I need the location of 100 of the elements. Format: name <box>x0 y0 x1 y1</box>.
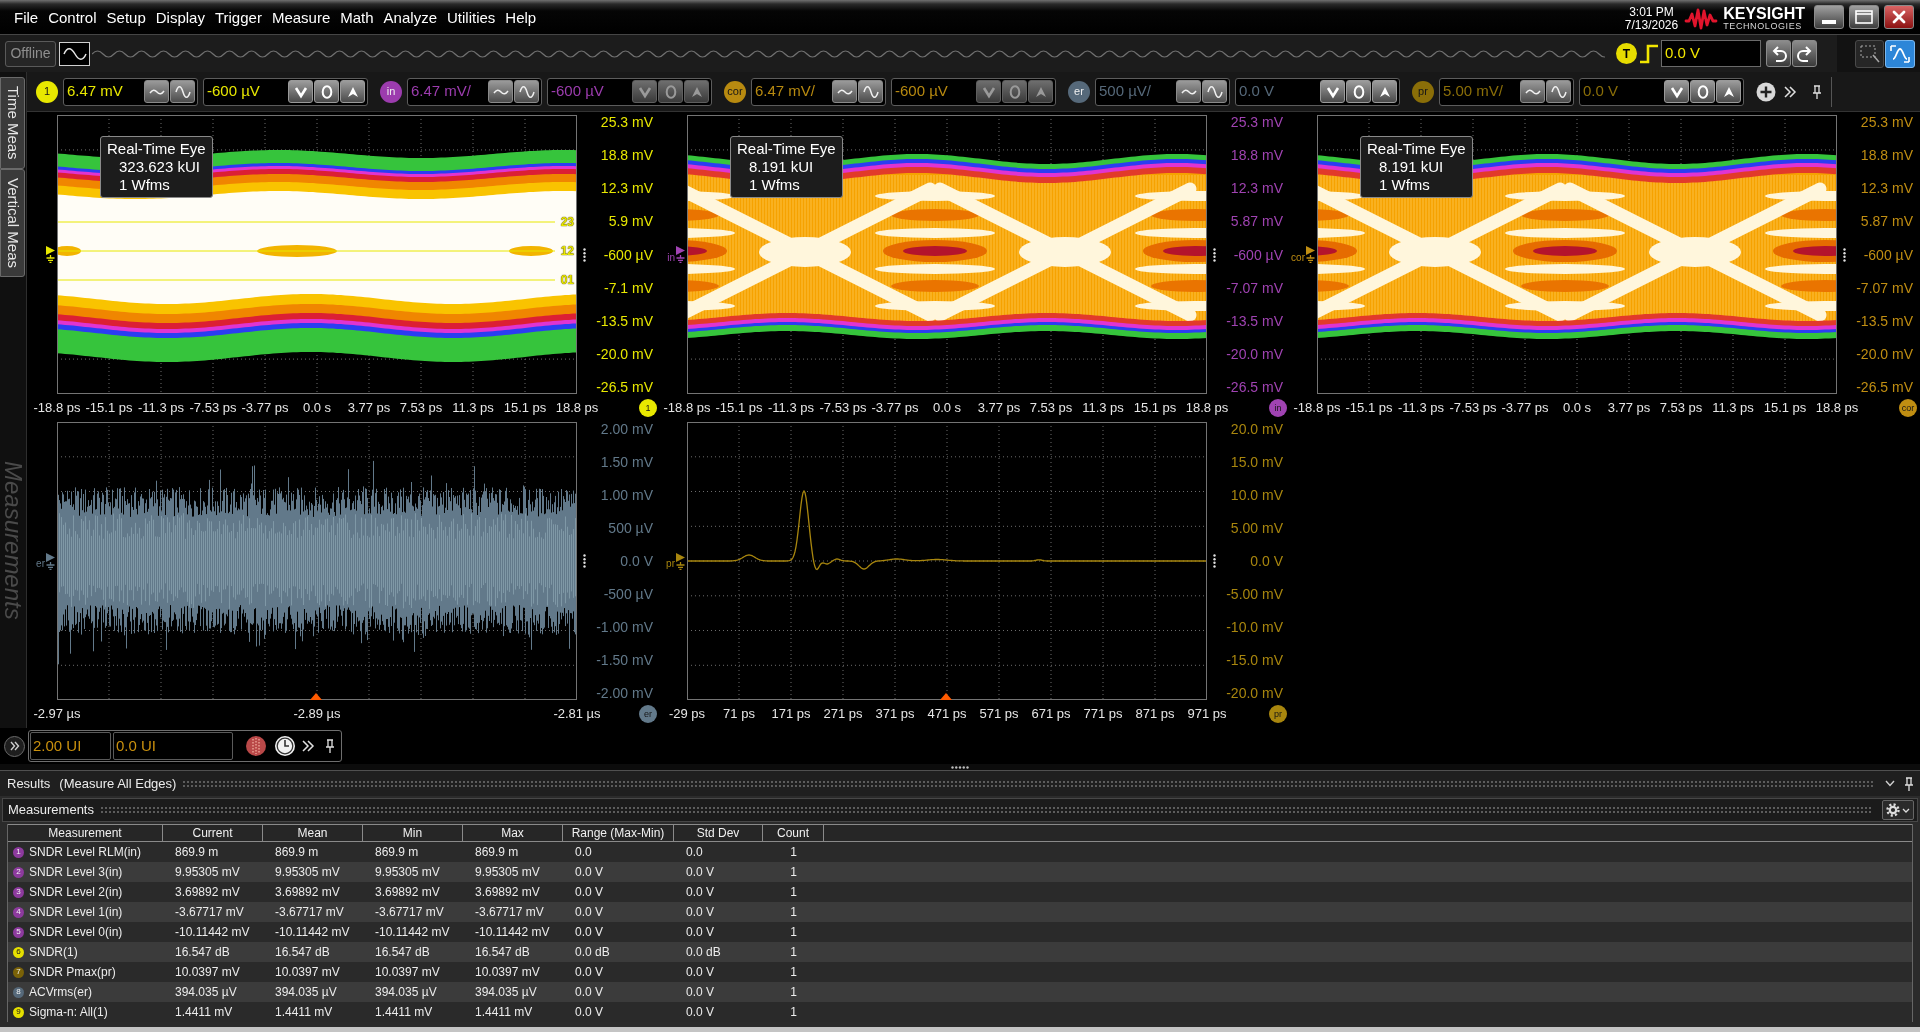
pin-icon[interactable] <box>325 739 335 753</box>
settings-button[interactable] <box>1882 800 1914 820</box>
menu-item[interactable]: File <box>14 8 39 28</box>
offline-button[interactable]: Offline <box>5 40 56 67</box>
triangle-marker-icon[interactable] <box>310 693 322 700</box>
ground-marker-icon[interactable] <box>676 246 686 263</box>
table-cell-text: 0.0 V <box>685 1004 716 1021</box>
minimize-button[interactable] <box>1814 5 1844 29</box>
drag-handle-icon[interactable] <box>582 554 586 568</box>
ground-marker-icon[interactable] <box>46 246 56 263</box>
menu-item[interactable]: Measure <box>271 8 331 28</box>
column-header[interactable]: Measurement <box>8 825 163 841</box>
autoscale-button[interactable] <box>1885 39 1915 68</box>
striped-disc-icon[interactable] <box>245 735 267 757</box>
scale-field[interactable]: 6.47 mV <box>63 77 198 106</box>
step-down-button[interactable] <box>1320 80 1345 103</box>
drag-handle-icon[interactable] <box>582 247 586 262</box>
wave-shape-button[interactable] <box>1520 80 1545 103</box>
channel-indicator[interactable]: er <box>639 705 657 723</box>
pin-icon[interactable] <box>1904 776 1914 791</box>
channel-indicator[interactable]: er <box>1068 80 1090 103</box>
scale-field[interactable]: 5.00 mV/ <box>1439 77 1574 106</box>
ground-marker-icon[interactable] <box>46 552 56 570</box>
zero-button[interactable] <box>1690 80 1715 103</box>
wave-shape-button[interactable] <box>514 80 539 103</box>
drag-handle-icon[interactable] <box>1212 247 1216 262</box>
side-tab[interactable]: Time Meas <box>0 77 25 169</box>
wave-shape-button[interactable] <box>1202 80 1227 103</box>
channel-indicator[interactable]: in <box>380 80 402 103</box>
drag-handle-icon[interactable] <box>951 765 969 769</box>
menu-item[interactable]: Help <box>505 8 537 28</box>
ground-marker-icon[interactable] <box>676 552 686 570</box>
step-down-button[interactable] <box>1664 80 1689 103</box>
zero-button[interactable] <box>1346 80 1371 103</box>
scale-field[interactable]: 6.47 mV/ <box>751 77 886 106</box>
undo-button[interactable] <box>1766 40 1791 67</box>
channel-indicator[interactable]: cor <box>724 80 746 103</box>
ui-field[interactable]: 2.00 UI <box>30 732 111 760</box>
double-chevron-icon[interactable] <box>1783 84 1797 99</box>
wave-shape-button[interactable] <box>488 80 513 103</box>
menu-item[interactable]: Utilities <box>447 8 496 28</box>
restore-button[interactable] <box>1849 5 1879 29</box>
menu-item[interactable]: Setup <box>106 8 146 28</box>
panel-title: Measurements <box>8 801 94 820</box>
column-header[interactable]: Range (Max-Min) <box>563 825 674 841</box>
menu-item[interactable]: Display <box>155 8 205 28</box>
wave-shape-button[interactable] <box>144 80 169 103</box>
clock-icon[interactable] <box>274 735 296 757</box>
triangle-marker-icon[interactable] <box>940 693 952 700</box>
wave-shape-button[interactable] <box>832 80 857 103</box>
side-tab[interactable]: Vertical Meas <box>0 168 25 277</box>
ground-label: pr <box>666 559 675 569</box>
pin-icon[interactable] <box>1812 84 1822 99</box>
step-up-button[interactable] <box>1372 80 1397 103</box>
column-header[interactable]: Max <box>463 825 563 841</box>
add-icon[interactable] <box>1756 81 1776 102</box>
menu-item[interactable]: Trigger <box>214 8 262 28</box>
zero-button[interactable] <box>314 80 339 103</box>
channel-indicator[interactable]: 1 <box>36 80 58 103</box>
waveform-view-button[interactable] <box>59 41 90 66</box>
trigger-level-field[interactable]: 0.0 V <box>1661 40 1761 67</box>
scale-field[interactable]: 500 µV/ <box>1095 77 1230 106</box>
drag-handle-icon[interactable] <box>1842 247 1846 262</box>
trigger-indicator[interactable]: T <box>1616 43 1637 64</box>
channel-indicator[interactable]: cor <box>1899 399 1917 417</box>
zoom-box-button[interactable] <box>1855 39 1884 68</box>
column-header[interactable]: Current <box>163 825 263 841</box>
step-up-button[interactable] <box>340 80 365 103</box>
drag-handle-icon[interactable] <box>1212 554 1216 568</box>
ui-field[interactable]: 0.0 UI <box>113 732 233 760</box>
panel-title: Results <box>7 774 51 793</box>
table-cell-text: SNDR(1) <box>29 944 78 961</box>
wave-shape-button[interactable] <box>1546 80 1571 103</box>
scale-field[interactable]: 6.47 mV/ <box>407 77 542 106</box>
menu-item[interactable]: Control <box>48 8 97 28</box>
redo-button[interactable] <box>1792 40 1817 67</box>
offset-field[interactable]: 0.0 V <box>1579 77 1744 106</box>
menu-item[interactable]: Analyze <box>383 8 437 28</box>
ground-marker-icon[interactable] <box>1306 246 1316 263</box>
step-down-button[interactable] <box>288 80 313 103</box>
menu-item[interactable]: Math <box>340 8 374 28</box>
offset-field[interactable]: 0.0 V <box>1235 77 1400 106</box>
axis-label: 771 ps <box>1082 707 1124 721</box>
offset-field[interactable]: -600 µV <box>203 77 368 106</box>
expand-button[interactable] <box>4 735 25 757</box>
rising-edge-icon[interactable] <box>1639 43 1659 64</box>
channel-indicator[interactable]: 1 <box>639 399 657 417</box>
wave-shape-button[interactable] <box>858 80 883 103</box>
column-header[interactable]: Mean <box>263 825 363 841</box>
double-chevron-icon[interactable] <box>301 739 315 753</box>
column-header[interactable]: Std Dev <box>674 825 763 841</box>
column-header[interactable]: Min <box>363 825 463 841</box>
wave-shape-button[interactable] <box>1176 80 1201 103</box>
channel-indicator[interactable]: pr <box>1269 705 1287 723</box>
step-up-button[interactable] <box>1716 80 1741 103</box>
close-button[interactable] <box>1884 5 1914 29</box>
column-header[interactable]: Count <box>763 825 824 841</box>
wave-shape-button[interactable] <box>170 80 195 103</box>
chevron-down-icon[interactable] <box>1885 780 1895 787</box>
channel-indicator[interactable]: pr <box>1412 80 1434 103</box>
